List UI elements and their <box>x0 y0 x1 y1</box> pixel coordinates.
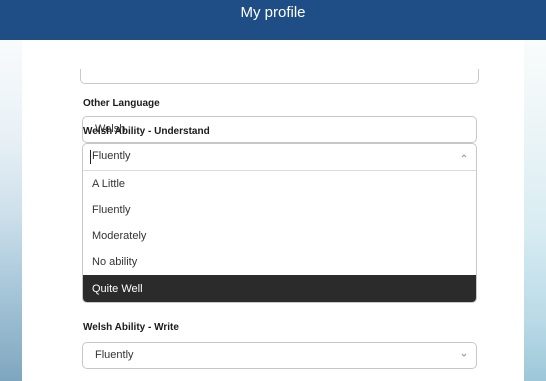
app-header: My profile <box>0 0 546 40</box>
background-left-decoration <box>0 0 22 381</box>
write-label: Welsh Ability - Write <box>83 322 179 333</box>
option-label: A Little <box>92 178 126 190</box>
profile-form-panel: Other Language Welsh Welsh Ability - Und… <box>22 40 524 381</box>
option-label: Fluently <box>92 204 131 216</box>
background-right-decoration <box>524 0 546 381</box>
previous-field-bottom-edge <box>80 69 479 84</box>
chevron-down-icon[interactable] <box>461 352 467 358</box>
write-selected-value: Fluently <box>95 349 134 361</box>
option-label: Moderately <box>92 230 147 242</box>
page-title: My profile <box>240 4 306 21</box>
write-select[interactable]: Fluently <box>82 342 477 369</box>
chevron-up-icon[interactable] <box>461 153 467 159</box>
option-a-little[interactable]: A Little <box>83 171 476 197</box>
text-caret <box>90 150 91 164</box>
understand-select[interactable]: Fluently <box>83 144 476 171</box>
option-moderately[interactable]: Moderately <box>83 223 476 249</box>
other-language-label: Other Language <box>83 98 160 109</box>
understand-selected-value: Fluently <box>92 150 131 162</box>
option-label: Quite Well <box>92 283 143 295</box>
option-quite-well[interactable]: Quite Well <box>83 275 476 302</box>
option-label: No ability <box>92 256 138 268</box>
understand-dropdown[interactable]: Fluently A Little Fluently Moderately No… <box>82 143 477 303</box>
option-fluently[interactable]: Fluently <box>83 197 476 223</box>
understand-label: Welsh Ability - Understand <box>83 126 210 137</box>
option-no-ability[interactable]: No ability <box>83 249 476 275</box>
